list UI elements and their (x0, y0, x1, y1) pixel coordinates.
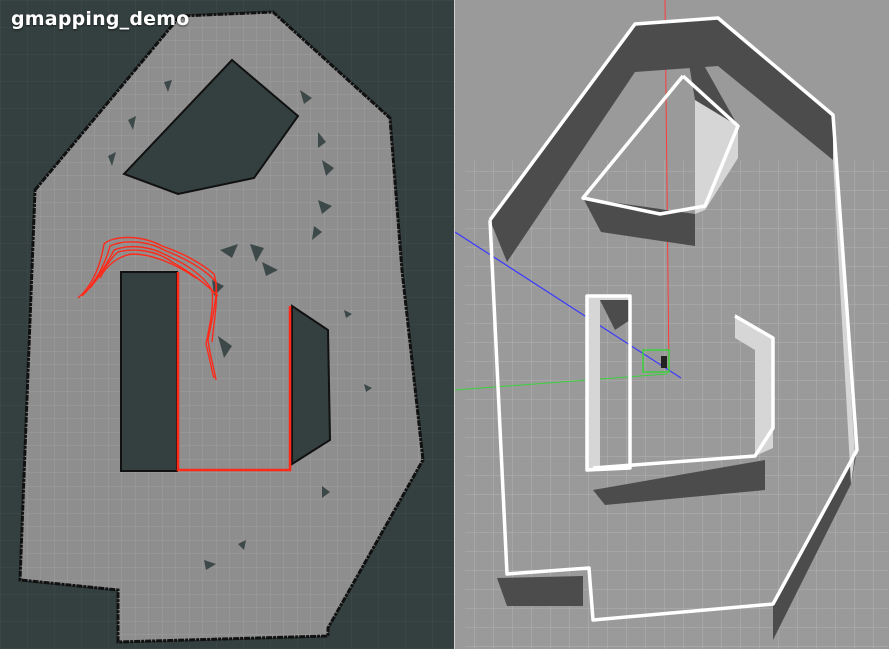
gazebo-scene (455, 0, 889, 649)
window-title: gmapping_demo (11, 8, 190, 30)
split-view: gmapping_demo (0, 0, 889, 649)
map-unknown-right-region (291, 304, 332, 466)
map-unknown-inner-rect (120, 271, 178, 472)
occupancy-map (0, 0, 455, 649)
gazebo-world-panel[interactable] (455, 0, 889, 649)
rviz-map-panel[interactable]: gmapping_demo (0, 0, 455, 649)
